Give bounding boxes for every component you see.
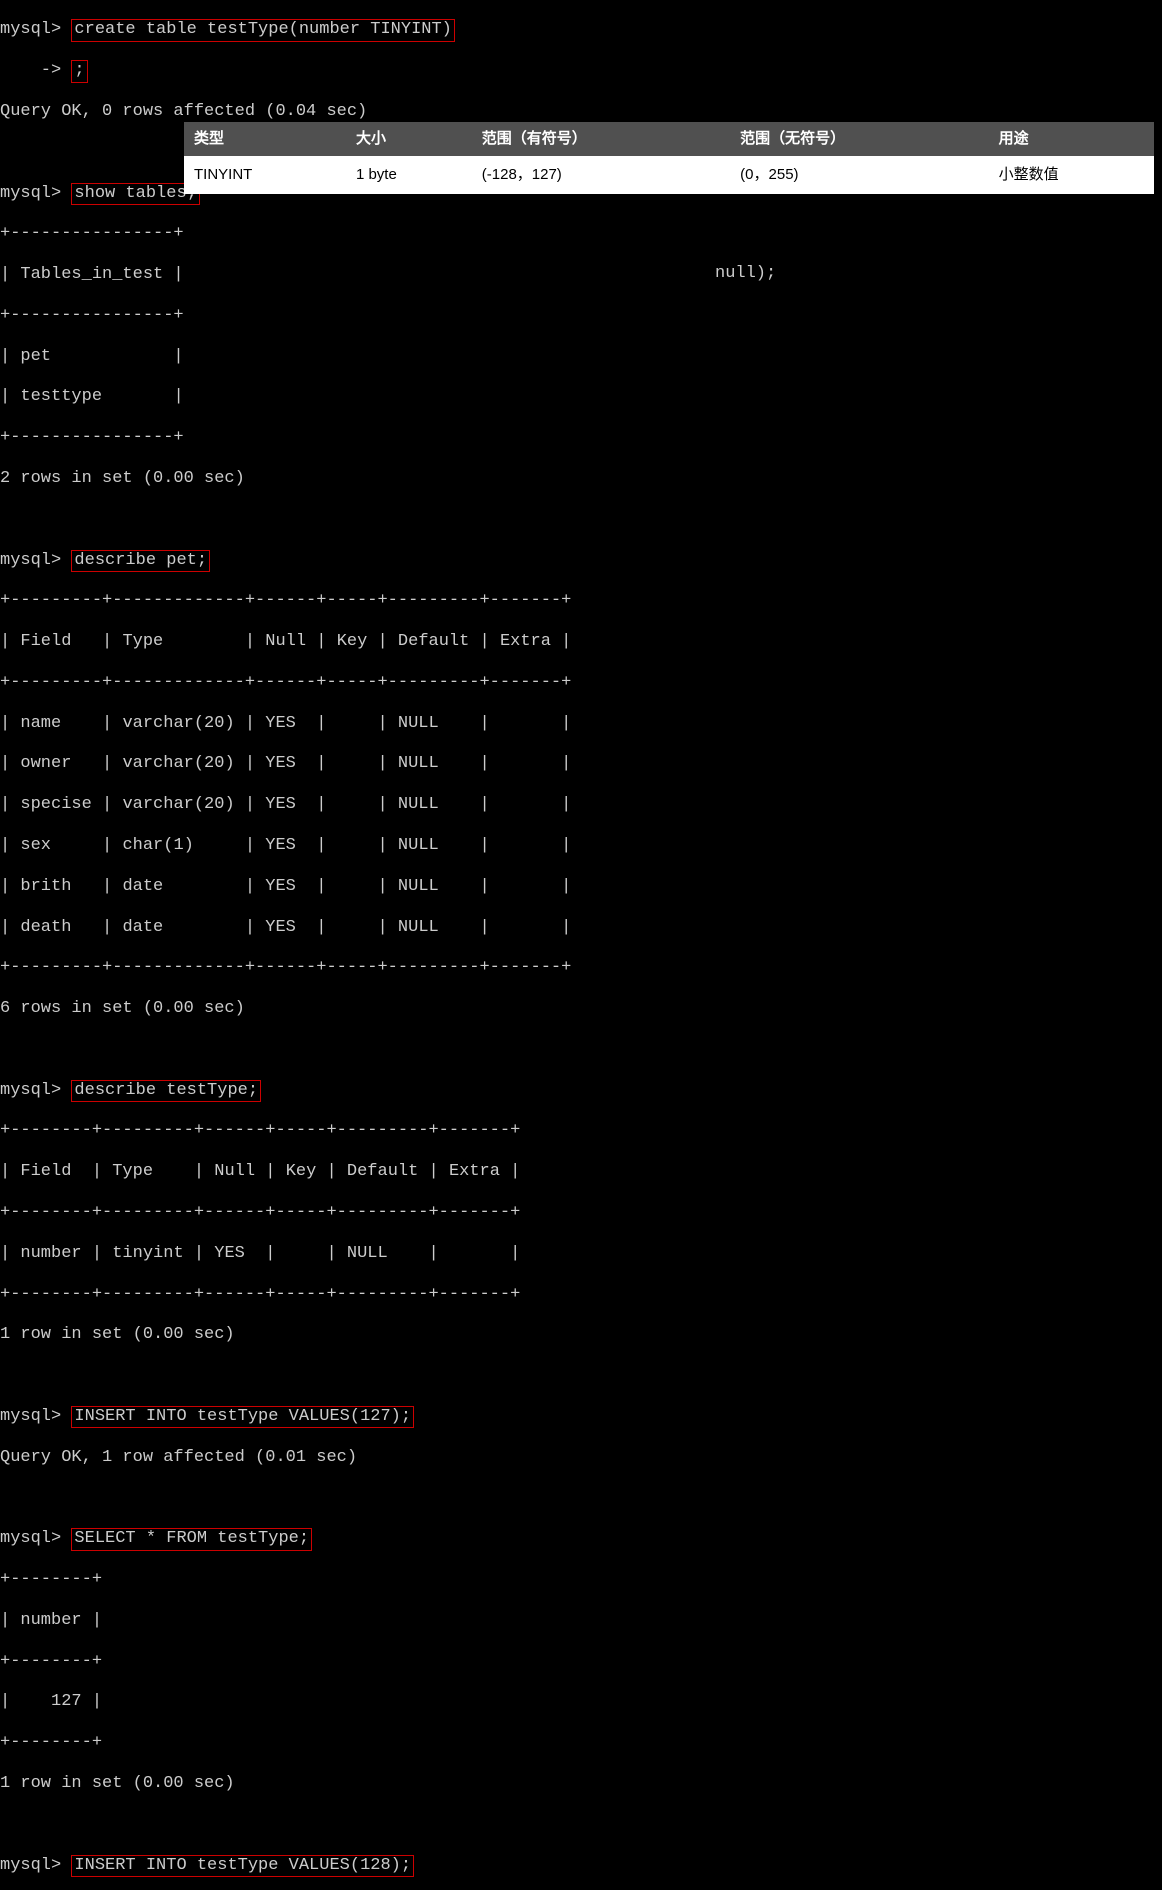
info-cell: 1 byte	[346, 156, 472, 194]
cell: death	[20, 918, 71, 937]
col-header: Default	[398, 632, 469, 651]
col-header: Key	[337, 632, 368, 651]
cell: NULL	[398, 836, 439, 855]
mysql-prompt: mysql>	[0, 184, 61, 203]
cell: owner	[20, 754, 71, 773]
cell: NULL	[398, 918, 439, 937]
col-header: Type	[112, 1162, 153, 1181]
cell: tinyint	[112, 1244, 183, 1263]
cmd-create-table-2: ;	[71, 60, 87, 82]
cmd-show-tables: show tables;	[71, 183, 199, 205]
tinyint-info-table: 类型 大小 范围（有符号） 范围（无符号） 用途 TINYINT 1 byte …	[184, 122, 1154, 194]
col-header: Null	[265, 632, 306, 651]
cell: NULL	[398, 795, 439, 814]
cell: NULL	[398, 877, 439, 896]
info-cell: (-128，127)	[472, 156, 730, 194]
info-header: 范围（有符号）	[472, 122, 730, 156]
floating-null-text: null);	[715, 264, 776, 284]
table-row: testtype	[20, 387, 102, 406]
cont-prompt: ->	[0, 61, 61, 80]
cell: specise	[20, 795, 91, 814]
cell: sex	[20, 836, 51, 855]
cmd-create-table: create table testType(number TINYINT)	[71, 19, 454, 41]
col-header: Extra	[500, 632, 551, 651]
cmd-insert-127: INSERT INTO testType VALUES(127);	[71, 1406, 414, 1428]
tables-header: Tables_in_test	[20, 265, 163, 284]
col-header: Type	[122, 632, 163, 651]
select-footer: 1 row in set (0.00 sec)	[0, 1774, 1162, 1794]
info-header: 大小	[346, 122, 472, 156]
mysql-prompt: mysql>	[0, 551, 61, 570]
info-header: 范围（无符号）	[730, 122, 988, 156]
col-header: Key	[286, 1162, 317, 1181]
cell: NULL	[398, 754, 439, 773]
mysql-prompt: mysql>	[0, 1407, 61, 1426]
mysql-prompt: mysql>	[0, 1529, 61, 1548]
tables-footer: 2 rows in set (0.00 sec)	[0, 469, 1162, 489]
cmd-describe-testtype: describe testType;	[71, 1080, 261, 1102]
info-cell: TINYINT	[184, 156, 346, 194]
cell: number	[20, 1244, 81, 1263]
col-header: Extra	[449, 1162, 500, 1181]
cell: char(1)	[122, 836, 193, 855]
info-header: 类型	[184, 122, 346, 156]
cell: date	[122, 918, 163, 937]
pet-footer: 6 rows in set (0.00 sec)	[0, 999, 1162, 1019]
table-row: pet	[20, 347, 51, 366]
cell: YES	[265, 836, 296, 855]
cell: YES	[265, 918, 296, 937]
cell: YES	[265, 754, 296, 773]
mysql-prompt: mysql>	[0, 1856, 61, 1875]
terminal-output: mysql> create table testType(number TINY…	[0, 0, 1162, 1890]
col-header: Null	[214, 1162, 255, 1181]
col-header: Field	[20, 1162, 71, 1181]
cell: date	[122, 877, 163, 896]
cell: YES	[265, 714, 296, 733]
insert-ok: Query OK, 1 row affected (0.01 sec)	[0, 1448, 1162, 1468]
info-header: 用途	[989, 122, 1154, 156]
cmd-select-testtype: SELECT * FROM testType;	[71, 1528, 312, 1550]
cmd-describe-pet: describe pet;	[71, 550, 210, 572]
cell: varchar(20)	[122, 754, 234, 773]
cell: NULL	[347, 1244, 388, 1263]
cell: YES	[214, 1244, 245, 1263]
cell: name	[20, 714, 61, 733]
cell: varchar(20)	[122, 795, 234, 814]
result-create-ok: Query OK, 0 rows affected (0.04 sec)	[0, 102, 1162, 122]
cell: brith	[20, 877, 71, 896]
cell: NULL	[398, 714, 439, 733]
cell: YES	[265, 877, 296, 896]
mysql-prompt: mysql>	[0, 20, 61, 39]
info-cell: 小整数值	[989, 156, 1154, 194]
cell: YES	[265, 795, 296, 814]
mysql-prompt: mysql>	[0, 1081, 61, 1100]
testtype-footer: 1 row in set (0.00 sec)	[0, 1325, 1162, 1345]
col-header: number	[20, 1611, 81, 1630]
col-header: Default	[347, 1162, 418, 1181]
col-header: Field	[20, 632, 71, 651]
info-cell: (0，255)	[730, 156, 988, 194]
cell: varchar(20)	[122, 714, 234, 733]
cmd-insert-128: INSERT INTO testType VALUES(128);	[71, 1855, 414, 1877]
cell: 127	[51, 1692, 82, 1711]
